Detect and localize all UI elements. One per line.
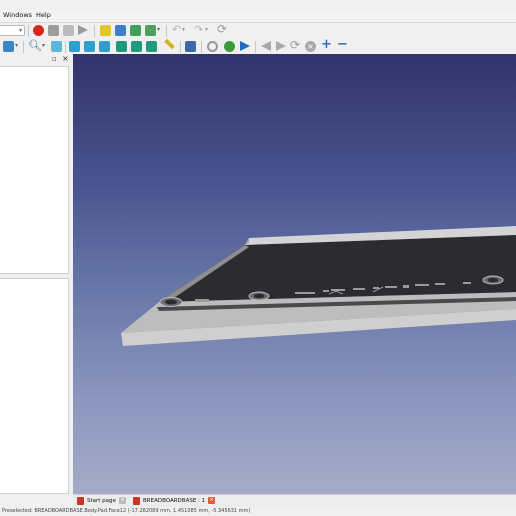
open-folder-icon[interactable] (115, 25, 126, 36)
menu-help[interactable]: Help (36, 11, 51, 19)
model-tree[interactable] (0, 66, 69, 274)
document-tab-bar: Start page × BREADBOARDBASE : 1 × (73, 494, 516, 507)
chevron-down-icon[interactable]: ▾ (157, 26, 160, 33)
chevron-down-icon[interactable]: ▾ (42, 42, 45, 49)
undo-icon[interactable]: ↶ (172, 23, 181, 36)
separator (28, 25, 29, 37)
new-file-icon[interactable] (100, 25, 111, 36)
web-icon[interactable] (224, 41, 235, 52)
save-icon[interactable] (130, 25, 141, 36)
chevron-down-icon[interactable]: ▾ (15, 42, 18, 49)
separator (94, 25, 95, 37)
std-views-icon[interactable] (3, 41, 14, 52)
play-icon[interactable] (240, 41, 250, 51)
view-toolbar: ▾ 🔍︎ ▾ ⟳ × + − (0, 37, 516, 55)
freecad-icon (77, 496, 84, 505)
view-front-icon[interactable] (69, 41, 80, 52)
3d-viewport[interactable] (73, 54, 516, 494)
chevron-down-icon[interactable]: ▾ (182, 26, 185, 33)
zoom-in-icon[interactable]: + (321, 37, 332, 52)
property-view[interactable] (0, 278, 69, 494)
view-rear-icon[interactable] (116, 41, 127, 52)
chevron-down-icon[interactable]: ▾ (205, 26, 208, 33)
close-panel-icon[interactable]: × (62, 54, 69, 63)
status-bar: Preselected: BREADBOARDBASE.Body.Pad.Fac… (0, 507, 516, 516)
separator (166, 25, 167, 37)
separator (255, 41, 256, 53)
main-toolbar: ▾ ▾ ↶ ▾ ↷ ▾ ⟳ (0, 22, 516, 39)
axonometric-view-icon[interactable] (51, 41, 62, 52)
panel-header: ▫ × (0, 54, 73, 65)
view-top-icon[interactable] (84, 41, 95, 52)
tab-start-page[interactable]: Start page × (77, 496, 126, 507)
tab-breadboardbase[interactable]: BREADBOARDBASE : 1 × (133, 496, 216, 507)
refresh-icon[interactable]: ⟳ (290, 38, 300, 52)
save-as-icon[interactable] (145, 25, 156, 36)
play-icon[interactable] (78, 25, 88, 35)
refresh-icon[interactable]: ⟳ (217, 22, 227, 36)
separator (23, 41, 24, 53)
tab-label: Start page (87, 498, 116, 504)
back-icon[interactable] (261, 41, 271, 51)
zoom-out-icon[interactable]: − (337, 37, 348, 52)
forward-icon[interactable] (276, 41, 286, 51)
view-right-icon[interactable] (99, 41, 110, 52)
record-icon[interactable] (33, 25, 44, 36)
stop-icon[interactable] (48, 25, 59, 36)
selection-filter-icon[interactable] (185, 41, 196, 52)
close-icon[interactable]: × (118, 497, 126, 504)
macro-editor-icon[interactable] (63, 25, 74, 36)
redo-icon[interactable]: ↷ (194, 23, 203, 36)
freecad-icon (133, 496, 140, 505)
view-bottom-icon[interactable] (131, 41, 142, 52)
stop-loading-icon[interactable]: × (305, 41, 316, 52)
view-left-icon[interactable] (146, 41, 157, 52)
separator (180, 41, 181, 53)
separator (65, 41, 66, 53)
menu-windows[interactable]: Windows (3, 11, 32, 19)
sync-view-icon[interactable] (207, 41, 218, 52)
menu-bar: Windows Help (0, 10, 516, 22)
separator (201, 41, 202, 53)
dropdown-icon: ▾ (18, 27, 22, 34)
breadboard-base-model (121, 226, 516, 346)
measure-icon[interactable] (164, 38, 175, 50)
close-icon[interactable]: × (208, 497, 216, 504)
tab-label: BREADBOARDBASE : 1 (143, 498, 206, 504)
workbench-selector[interactable]: ▾ (0, 25, 25, 36)
zoom-icon[interactable]: 🔍︎ (28, 39, 42, 52)
float-panel-icon[interactable]: ▫ (52, 55, 57, 63)
